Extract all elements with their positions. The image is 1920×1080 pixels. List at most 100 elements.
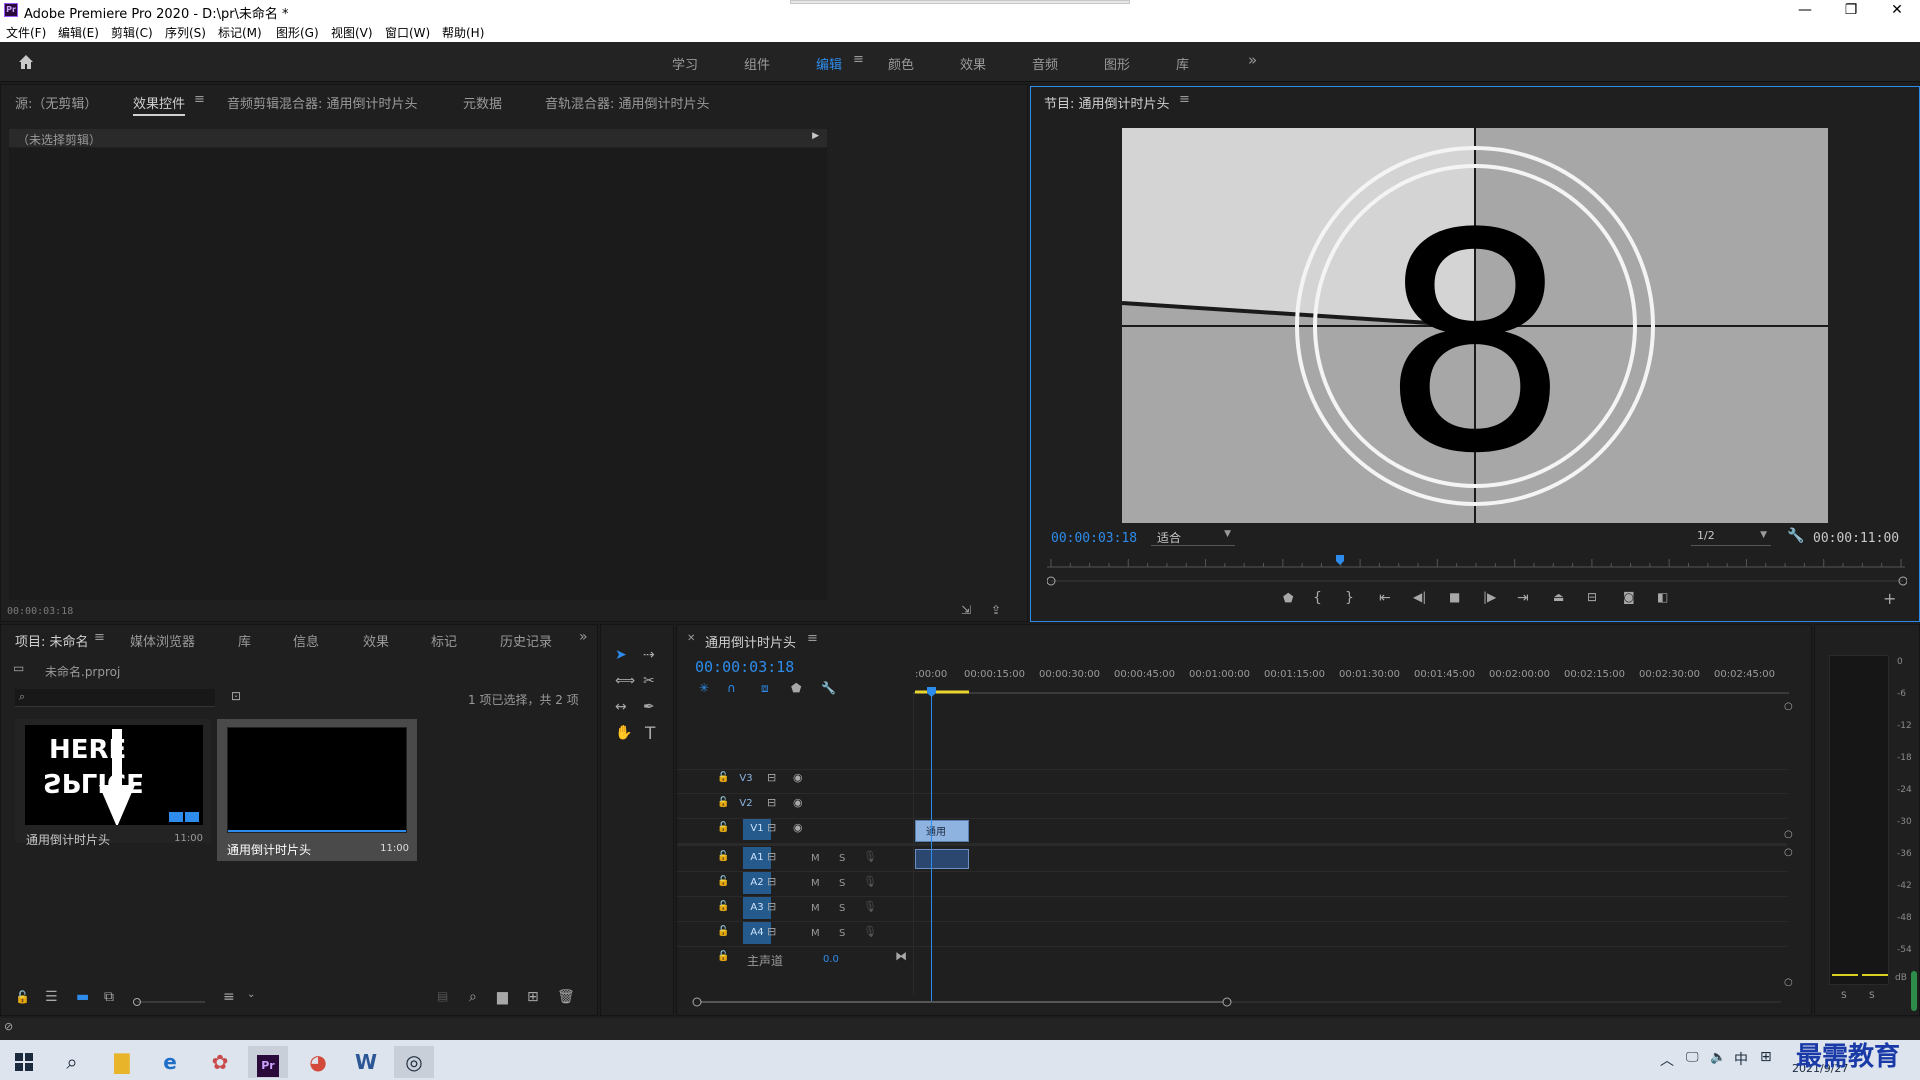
export-icon[interactable]: ⇪: [991, 603, 1001, 617]
sort-icon[interactable]: ≡: [223, 989, 235, 1005]
solo-button[interactable]: S: [839, 878, 845, 889]
razor-icon[interactable]: ✂: [643, 673, 655, 689]
program-scrubber[interactable]: [1047, 555, 1905, 569]
trash-icon[interactable]: 🗑: [557, 989, 575, 1005]
steam-icon[interactable]: ◎: [394, 1046, 434, 1078]
export-frame-icon[interactable]: ⇲: [961, 603, 971, 617]
menu-graphics[interactable]: 图形(G): [276, 24, 319, 41]
workspace-menu-icon[interactable]: ≡: [853, 52, 864, 67]
tab-source[interactable]: 源:（无剪辑）: [15, 93, 97, 112]
mute-button[interactable]: M: [811, 928, 820, 939]
menu-window[interactable]: 窗口(W): [385, 24, 430, 41]
slip-tool-icon[interactable]: ↔: [615, 699, 627, 715]
close-sequence-icon[interactable]: ✕: [687, 633, 695, 644]
camera-icon[interactable]: ◙: [1623, 590, 1635, 604]
audio-clip[interactable]: [915, 849, 969, 869]
ime-indicator[interactable]: 中: [1734, 1049, 1748, 1069]
word-icon[interactable]: W: [346, 1046, 386, 1078]
sync-lock-icon[interactable]: ⊟: [767, 900, 776, 913]
mark-in-icon[interactable]: {: [1313, 590, 1322, 606]
windows-start-icon[interactable]: [4, 1046, 44, 1078]
lock-icon[interactable]: 🔓: [717, 876, 729, 887]
extract-icon[interactable]: ⊟: [1587, 590, 1597, 604]
tab-effects[interactable]: 效果: [363, 631, 389, 650]
workspace-learn[interactable]: 学习: [672, 54, 698, 73]
mute-button[interactable]: M: [811, 878, 820, 889]
tab-audio-clip-mixer[interactable]: 音频剪辑混合器: 通用倒计时片头: [227, 93, 418, 112]
comparison-view-icon[interactable]: ◧: [1657, 590, 1668, 604]
program-timecode[interactable]: 00:00:03:18: [1051, 531, 1137, 546]
close-button[interactable]: ✕: [1874, 0, 1920, 22]
add-button-icon[interactable]: +: [1883, 589, 1896, 608]
project-item[interactable]: 通用倒计时片头 11:00: [217, 719, 417, 861]
menu-edit[interactable]: 编辑(E): [58, 24, 99, 41]
workspace-assembly[interactable]: 组件: [744, 54, 770, 73]
meter-solo-left[interactable]: S: [1841, 991, 1847, 1001]
scroll-handle-icon[interactable]: ○: [1784, 829, 1793, 840]
tab-effect-controls[interactable]: 效果控件: [133, 93, 186, 116]
workspace-effects[interactable]: 效果: [960, 54, 986, 73]
automate-to-sequence-icon[interactable]: ▤: [437, 989, 448, 1003]
timeline-playhead[interactable]: [927, 687, 936, 697]
resolution-dropdown[interactable]: 1/2 ▼: [1691, 528, 1771, 546]
lock-icon[interactable]: 🔓: [717, 951, 729, 962]
project-menu-icon[interactable]: ≡: [94, 630, 105, 645]
scroll-handle-icon[interactable]: ○: [1784, 701, 1793, 712]
sync-lock-icon[interactable]: ⊟: [767, 925, 776, 938]
video-clip[interactable]: 通用: [915, 820, 969, 842]
mute-button[interactable]: M: [811, 853, 820, 864]
chevron-down-icon[interactable]: ⌄: [247, 989, 255, 1000]
mark-out-icon[interactable]: }: [1345, 590, 1354, 606]
home-icon[interactable]: [16, 52, 36, 72]
microphone-icon[interactable]: 🎙: [863, 875, 877, 888]
chrome-icon[interactable]: ◕: [298, 1046, 338, 1078]
ripple-edit-icon[interactable]: ⟺: [615, 673, 635, 689]
step-forward-icon[interactable]: |▶: [1483, 590, 1496, 604]
sync-lock-icon[interactable]: ⊟: [767, 796, 776, 809]
microphone-icon[interactable]: 🎙: [863, 850, 877, 863]
lock-icon[interactable]: 🔓: [717, 822, 729, 833]
zoom-slider[interactable]: [133, 995, 205, 1006]
track-select-icon[interactable]: ⇢: [643, 647, 655, 663]
premiere-taskbar-icon[interactable]: Pr: [248, 1046, 288, 1078]
scroll-handle-icon[interactable]: ○: [1784, 847, 1793, 858]
stop-icon[interactable]: ■: [1449, 590, 1460, 604]
solo-button[interactable]: S: [839, 903, 845, 914]
mute-button[interactable]: M: [811, 903, 820, 914]
meter-scroll[interactable]: [1911, 971, 1917, 1011]
tab-media-browser[interactable]: 媒体浏览器: [130, 631, 195, 650]
sequence-menu-icon[interactable]: ≡: [807, 631, 818, 646]
go-to-in-icon[interactable]: ⇤: [1379, 590, 1391, 606]
meter-solo-right[interactable]: S: [1869, 991, 1875, 1001]
eye-icon[interactable]: ◉: [793, 771, 803, 784]
master-volume[interactable]: 0.0: [823, 954, 839, 965]
eye-icon[interactable]: ◉: [793, 796, 803, 809]
tray-chevron-icon[interactable]: ︿: [1660, 1050, 1674, 1070]
workspace-libraries[interactable]: 库: [1176, 54, 1189, 73]
network-icon[interactable]: 🖵: [1686, 1050, 1699, 1065]
project-item[interactable]: HERE SPLICE 通用倒计时片头 11:00: [15, 719, 211, 847]
nest-icon[interactable]: ✳: [699, 681, 709, 695]
microphone-icon[interactable]: 🎙: [863, 925, 877, 938]
scroll-handle-icon[interactable]: ○: [1784, 977, 1793, 988]
sync-lock-icon[interactable]: ⊟: [767, 850, 776, 863]
lock-icon[interactable]: 🔓: [717, 901, 729, 912]
file-explorer-icon[interactable]: ▇: [102, 1046, 142, 1078]
new-bin-from-search-icon[interactable]: ⊡: [231, 689, 241, 703]
minimize-button[interactable]: —: [1782, 0, 1828, 22]
project-search-input[interactable]: ⌕: [15, 689, 215, 707]
lock-icon[interactable]: 🔓: [717, 797, 729, 808]
menu-file[interactable]: 文件(F): [6, 24, 46, 41]
solo-button[interactable]: S: [839, 853, 845, 864]
wrench-icon[interactable]: 🔧: [1787, 528, 1804, 544]
workspace-audio[interactable]: 音频: [1032, 54, 1058, 73]
lock-icon[interactable]: 🔓: [717, 926, 729, 937]
master-meter-icon[interactable]: ⧓: [895, 949, 907, 963]
restore-button[interactable]: ❐: [1828, 0, 1874, 22]
program-menu-icon[interactable]: ≡: [1179, 92, 1190, 107]
solo-button[interactable]: S: [839, 928, 845, 939]
lock-icon[interactable]: 🔓: [15, 990, 30, 1004]
workspace-graphics[interactable]: 图形: [1104, 54, 1130, 73]
panel-more-icon[interactable]: »: [579, 629, 588, 645]
linked-selection-icon[interactable]: ⧈: [761, 681, 769, 696]
